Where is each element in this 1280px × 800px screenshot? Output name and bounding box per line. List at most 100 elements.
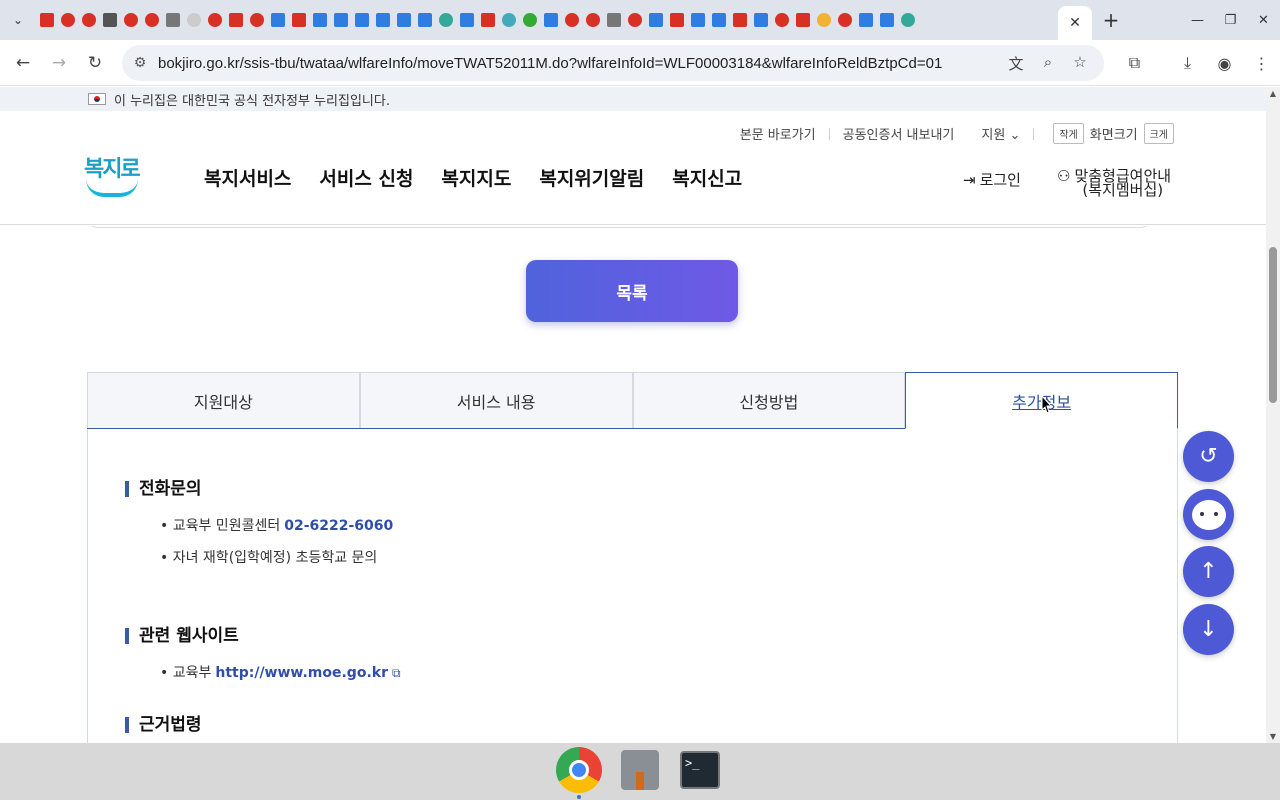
browser-tab[interactable] bbox=[435, 0, 456, 40]
download-icon[interactable]: ⤓ bbox=[1169, 53, 1206, 73]
scroll-bottom-button[interactable]: ↓ bbox=[1183, 604, 1234, 655]
address-bar[interactable]: ⚙ bokjiro.go.kr/ssis-tbu/twataa/wlfareIn… bbox=[122, 45, 1104, 81]
browser-tab[interactable] bbox=[666, 0, 687, 40]
browser-tab[interactable] bbox=[57, 0, 78, 40]
history-button[interactable]: ↺ bbox=[1183, 431, 1234, 482]
tab-support-target[interactable]: 지원대상 bbox=[87, 372, 360, 428]
bookmark-star-icon[interactable]: ☆ bbox=[1064, 53, 1096, 74]
browser-tab[interactable] bbox=[876, 0, 897, 40]
browser-tab[interactable] bbox=[729, 0, 750, 40]
font-large-button[interactable]: 크게 bbox=[1143, 123, 1174, 144]
chatbot-button[interactable] bbox=[1183, 489, 1234, 540]
tab-favicon-icon bbox=[333, 13, 348, 27]
nav-welfare-map[interactable]: 복지지도 bbox=[441, 164, 511, 191]
person-add-icon: ⚇ bbox=[1057, 167, 1071, 185]
browser-tab[interactable] bbox=[78, 0, 99, 40]
extensions-icon[interactable]: ⧉ bbox=[1116, 53, 1153, 73]
browser-tab[interactable] bbox=[582, 0, 603, 40]
site-info-icon[interactable]: ⚙ bbox=[122, 55, 158, 71]
browser-tab[interactable] bbox=[792, 0, 813, 40]
browser-tab[interactable] bbox=[204, 0, 225, 40]
zoom-icon[interactable]: ⌕ bbox=[1032, 53, 1064, 74]
browser-tab[interactable] bbox=[183, 0, 204, 40]
browser-tab[interactable] bbox=[897, 0, 918, 40]
browser-tab[interactable] bbox=[99, 0, 120, 40]
minimize-icon[interactable]: — bbox=[1181, 0, 1214, 40]
font-small-button[interactable]: 작게 bbox=[1053, 123, 1084, 144]
forward-icon[interactable]: → bbox=[41, 45, 77, 81]
browser-tab[interactable] bbox=[645, 0, 666, 40]
scroll-up-arrow-icon[interactable]: ▲ bbox=[1266, 89, 1280, 98]
browser-tab[interactable] bbox=[708, 0, 729, 40]
terminal-app-icon[interactable]: >_ bbox=[676, 746, 724, 794]
browser-tab[interactable] bbox=[393, 0, 414, 40]
browser-tab[interactable] bbox=[603, 0, 624, 40]
scroll-top-button[interactable]: ↑ bbox=[1183, 546, 1234, 597]
cert-export-link[interactable]: 공동인증서 내보내기 bbox=[843, 124, 955, 143]
moe-website-link[interactable]: http://www.moe.go.kr bbox=[215, 665, 388, 681]
browser-tab[interactable] bbox=[750, 0, 771, 40]
tab-apply-method[interactable]: 신청방법 bbox=[632, 372, 906, 428]
membership-link[interactable]: ⚇ 맞춤형급여안내 (복지멤버십) bbox=[1057, 167, 1171, 198]
tab-favicon-icon bbox=[144, 13, 159, 27]
browser-tab[interactable] bbox=[141, 0, 162, 40]
browser-tab[interactable] bbox=[414, 0, 435, 40]
scrollbar-thumb[interactable] bbox=[1269, 247, 1277, 403]
browser-tab[interactable] bbox=[498, 0, 519, 40]
browser-tab[interactable] bbox=[162, 0, 183, 40]
new-tab-button[interactable]: + bbox=[1092, 8, 1130, 32]
restore-icon[interactable]: ❐ bbox=[1214, 0, 1247, 40]
external-link-icon: ⧉ bbox=[391, 666, 401, 680]
nav-welfare-report[interactable]: 복지신고 bbox=[672, 164, 742, 191]
nav-welfare-service[interactable]: 복지서비스 bbox=[204, 164, 291, 191]
tab-favicon-icon bbox=[648, 13, 663, 27]
tab-service-content[interactable]: 서비스 내용 bbox=[359, 372, 633, 428]
browser-tab[interactable] bbox=[771, 0, 792, 40]
browser-tab[interactable] bbox=[855, 0, 876, 40]
browser-tab[interactable] bbox=[288, 0, 309, 40]
translate-icon[interactable]: 文 bbox=[1000, 53, 1032, 74]
tab-favicon-icon bbox=[585, 13, 600, 27]
close-tab-icon[interactable]: ✕ bbox=[1069, 15, 1081, 31]
tool-app-icon[interactable] bbox=[616, 746, 664, 794]
browser-tab[interactable] bbox=[330, 0, 351, 40]
browser-tab[interactable] bbox=[351, 0, 372, 40]
browser-tab[interactable] bbox=[225, 0, 246, 40]
phone-number[interactable]: 02-6222-6060 bbox=[284, 518, 393, 534]
region-select[interactable]: 지원 ⌄ bbox=[981, 124, 1020, 143]
browser-tab[interactable] bbox=[519, 0, 540, 40]
menu-icon[interactable]: ⋮ bbox=[1243, 54, 1280, 73]
browser-tab[interactable] bbox=[120, 0, 141, 40]
browser-tab[interactable] bbox=[456, 0, 477, 40]
browser-tab[interactable] bbox=[36, 0, 57, 40]
browser-tab[interactable] bbox=[246, 0, 267, 40]
browser-tab[interactable] bbox=[834, 0, 855, 40]
profile-icon[interactable]: ◉ bbox=[1206, 54, 1243, 73]
browser-tab[interactable] bbox=[309, 0, 330, 40]
chrome-app-icon[interactable] bbox=[555, 746, 603, 794]
tab-favicon-icon bbox=[312, 13, 327, 27]
page-scrollbar[interactable]: ▲ ▼ bbox=[1266, 87, 1280, 743]
nav-service-apply[interactable]: 서비스 신청 bbox=[319, 164, 413, 191]
url-text[interactable]: bokjiro.go.kr/ssis-tbu/twataa/wlfareInfo… bbox=[158, 55, 998, 72]
browser-tab[interactable] bbox=[687, 0, 708, 40]
browser-tab[interactable] bbox=[372, 0, 393, 40]
tab-search-button[interactable]: ⌄ bbox=[0, 0, 36, 40]
browser-tab[interactable] bbox=[561, 0, 582, 40]
browser-tab[interactable] bbox=[624, 0, 645, 40]
reload-icon[interactable]: ↻ bbox=[77, 45, 113, 81]
login-link[interactable]: ⇥ 로그인 bbox=[963, 169, 1021, 190]
active-tab[interactable]: ✕ bbox=[1058, 6, 1092, 40]
scroll-down-arrow-icon[interactable]: ▼ bbox=[1266, 732, 1280, 741]
close-window-icon[interactable]: ✕ bbox=[1247, 0, 1280, 40]
browser-tab[interactable] bbox=[813, 0, 834, 40]
browser-tab[interactable] bbox=[477, 0, 498, 40]
list-button[interactable]: 목록 bbox=[526, 260, 738, 322]
tab-favicon-icon bbox=[438, 13, 453, 27]
skip-to-content-link[interactable]: 본문 바로가기 bbox=[740, 124, 816, 143]
site-logo[interactable]: 복지로 bbox=[84, 151, 141, 199]
browser-tab[interactable] bbox=[540, 0, 561, 40]
nav-crisis-alert[interactable]: 복지위기알림 bbox=[539, 164, 644, 191]
browser-tab[interactable] bbox=[267, 0, 288, 40]
back-icon[interactable]: ← bbox=[5, 45, 41, 81]
